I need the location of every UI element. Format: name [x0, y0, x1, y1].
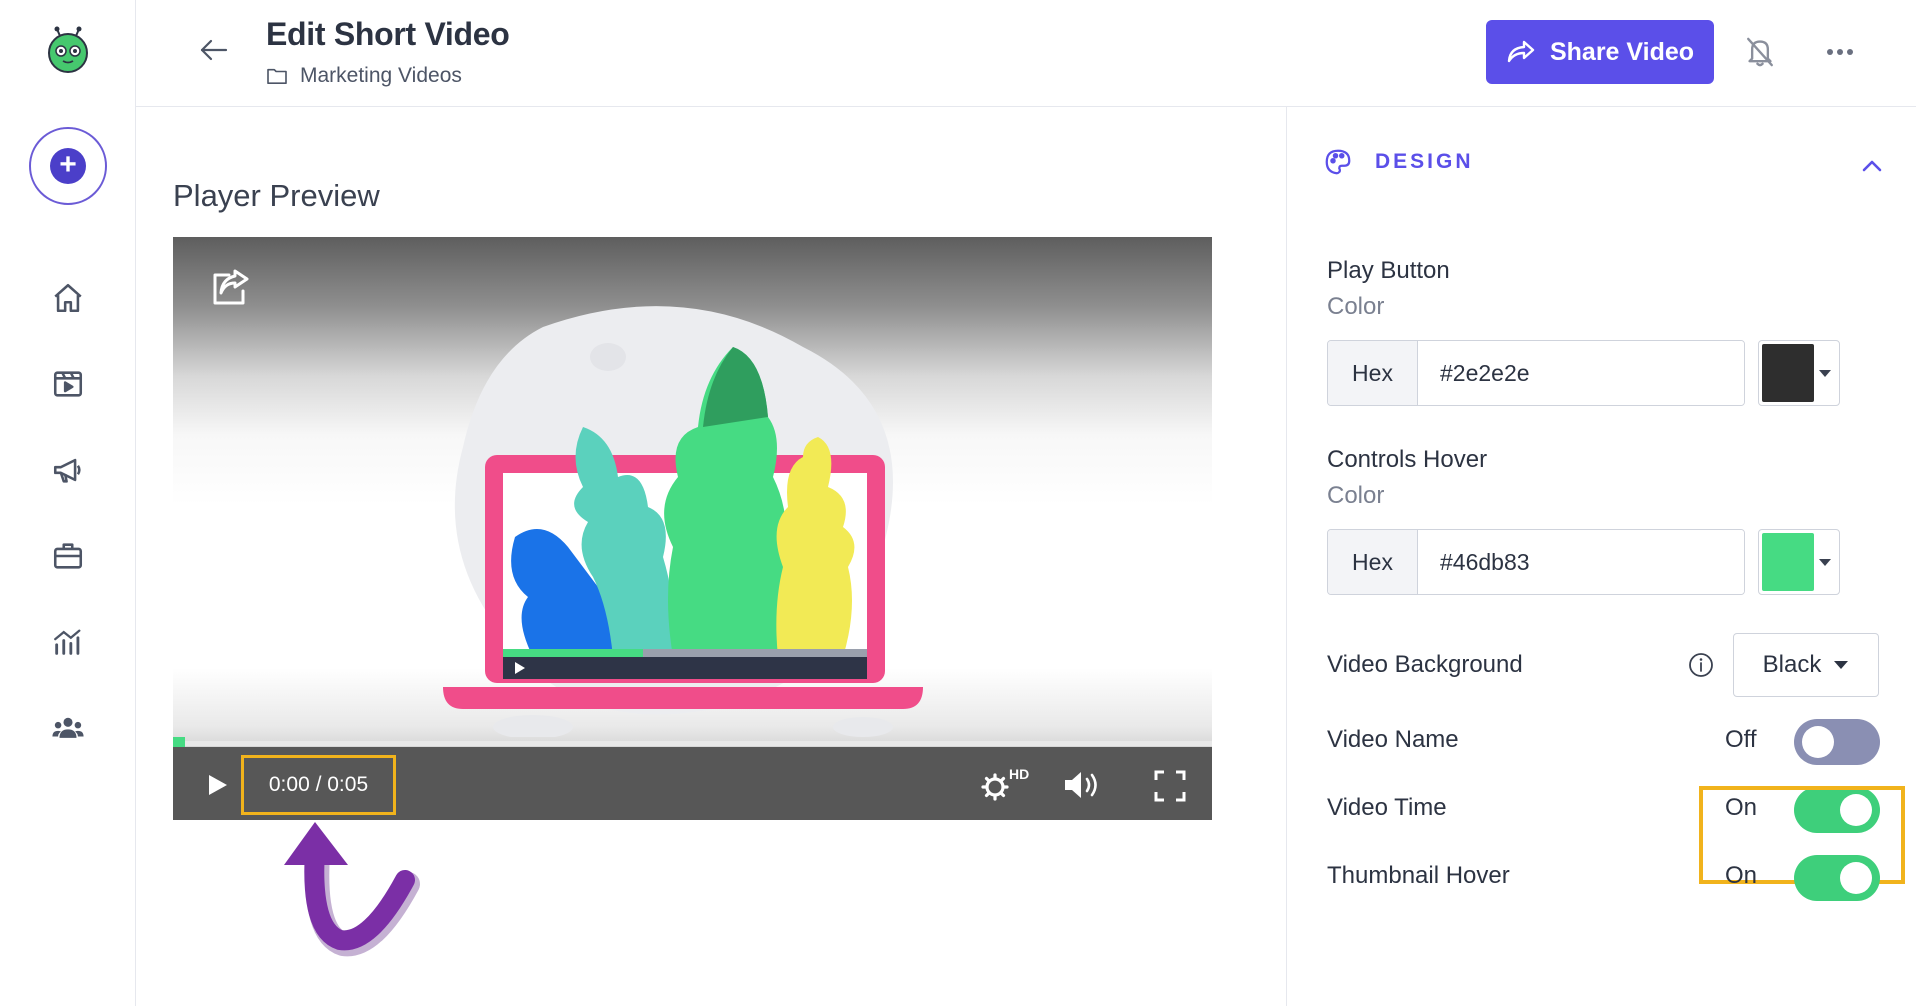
more-horizontal-icon — [1827, 49, 1853, 55]
video-background-select[interactable]: Black — [1733, 633, 1879, 697]
video-time-toggle[interactable] — [1794, 787, 1880, 833]
settings-icon[interactable]: HD — [979, 765, 1031, 805]
controls-hover-sublabel: Color — [1327, 482, 1385, 509]
player-share-icon[interactable] — [209, 265, 253, 309]
play-button-swatch — [1762, 344, 1814, 402]
play-button-hex-group: Hex — [1327, 340, 1745, 406]
play-button-hex-input[interactable] — [1418, 341, 1744, 405]
fullscreen-icon[interactable] — [1153, 769, 1187, 803]
design-section-label: DESIGN — [1375, 150, 1474, 173]
arrow-left-icon — [200, 39, 228, 61]
share-video-button[interactable]: Share Video — [1486, 20, 1714, 84]
controls-hover-hex-group: Hex — [1327, 529, 1745, 595]
section-title: Player Preview — [173, 178, 380, 213]
play-button-sublabel: Color — [1327, 293, 1385, 320]
page-title: Edit Short Video — [266, 16, 510, 52]
home-icon[interactable] — [48, 278, 88, 318]
app-logo-icon[interactable] — [44, 26, 92, 74]
briefcase-icon[interactable] — [48, 536, 88, 576]
video-name-toggle[interactable] — [1794, 719, 1880, 765]
breadcrumb-folder[interactable]: Marketing Videos — [266, 64, 462, 88]
team-icon[interactable] — [48, 708, 88, 748]
controls-hover-label: Controls Hover — [1327, 446, 1488, 473]
palette-icon — [1325, 149, 1351, 175]
sidebar: + — [0, 0, 136, 1006]
caret-down-icon — [1814, 558, 1836, 567]
video-background-label: Video Background — [1327, 651, 1523, 678]
video-time-text: 0:00 / 0:05 — [268, 773, 369, 796]
video-time-state: On — [1725, 794, 1758, 821]
video-thumbnail-illustration — [443, 306, 923, 737]
video-time-display: 0:00 / 0:05 — [241, 755, 396, 815]
thumbnail-hover-toggle[interactable] — [1794, 855, 1880, 901]
controls-hover-hex-input[interactable] — [1418, 530, 1744, 594]
hd-label: HD — [1009, 766, 1029, 782]
top-header: Edit Short Video Marketing Videos Share … — [136, 0, 1916, 107]
chevron-up-icon[interactable] — [1857, 151, 1887, 181]
hex-prefix: Hex — [1328, 341, 1418, 405]
share-video-label: Share Video — [1549, 37, 1695, 66]
megaphone-icon[interactable] — [48, 450, 88, 490]
play-icon[interactable] — [203, 771, 231, 799]
video-name-state: Off — [1725, 726, 1757, 753]
thumbnail-hover-state: On — [1725, 862, 1758, 889]
analytics-icon[interactable] — [48, 622, 88, 662]
info-icon[interactable] — [1687, 651, 1715, 679]
share-icon — [1507, 40, 1535, 63]
progress-track[interactable] — [173, 741, 1212, 746]
video-name-label: Video Name — [1327, 726, 1459, 753]
controls-hover-color-picker[interactable] — [1758, 529, 1840, 595]
bell-off-icon — [1747, 37, 1773, 67]
volume-icon[interactable] — [1061, 767, 1105, 803]
annotation-arrow-icon — [284, 822, 420, 957]
player-control-bar: 0:00 / 0:05 HD — [173, 747, 1212, 820]
notifications-off-button[interactable] — [1740, 32, 1780, 72]
folder-icon — [267, 68, 287, 85]
plus-icon: + — [50, 148, 86, 184]
play-button-label: Play Button — [1327, 257, 1450, 284]
thumbnail-hover-label: Thumbnail Hover — [1327, 862, 1510, 889]
caret-down-icon — [1834, 661, 1849, 669]
create-button[interactable]: + — [29, 127, 107, 205]
more-options-button[interactable] — [1820, 34, 1860, 70]
design-section-header[interactable]: DESIGN — [1323, 147, 1474, 177]
video-background-value: Black — [1762, 651, 1822, 678]
video-player[interactable]: 0:00 / 0:05 HD — [173, 237, 1212, 820]
settings-panel: DESIGN Play Button Color Hex Controls Ho… — [1286, 107, 1916, 1006]
video-time-label: Video Time — [1327, 794, 1447, 821]
caret-down-icon — [1814, 369, 1836, 378]
hex-prefix: Hex — [1328, 530, 1418, 594]
play-button-color-picker[interactable] — [1758, 340, 1840, 406]
controls-hover-swatch — [1762, 533, 1814, 591]
folder-name: Marketing Videos — [300, 64, 462, 87]
back-button[interactable] — [194, 32, 234, 68]
video-library-icon[interactable] — [48, 364, 88, 404]
